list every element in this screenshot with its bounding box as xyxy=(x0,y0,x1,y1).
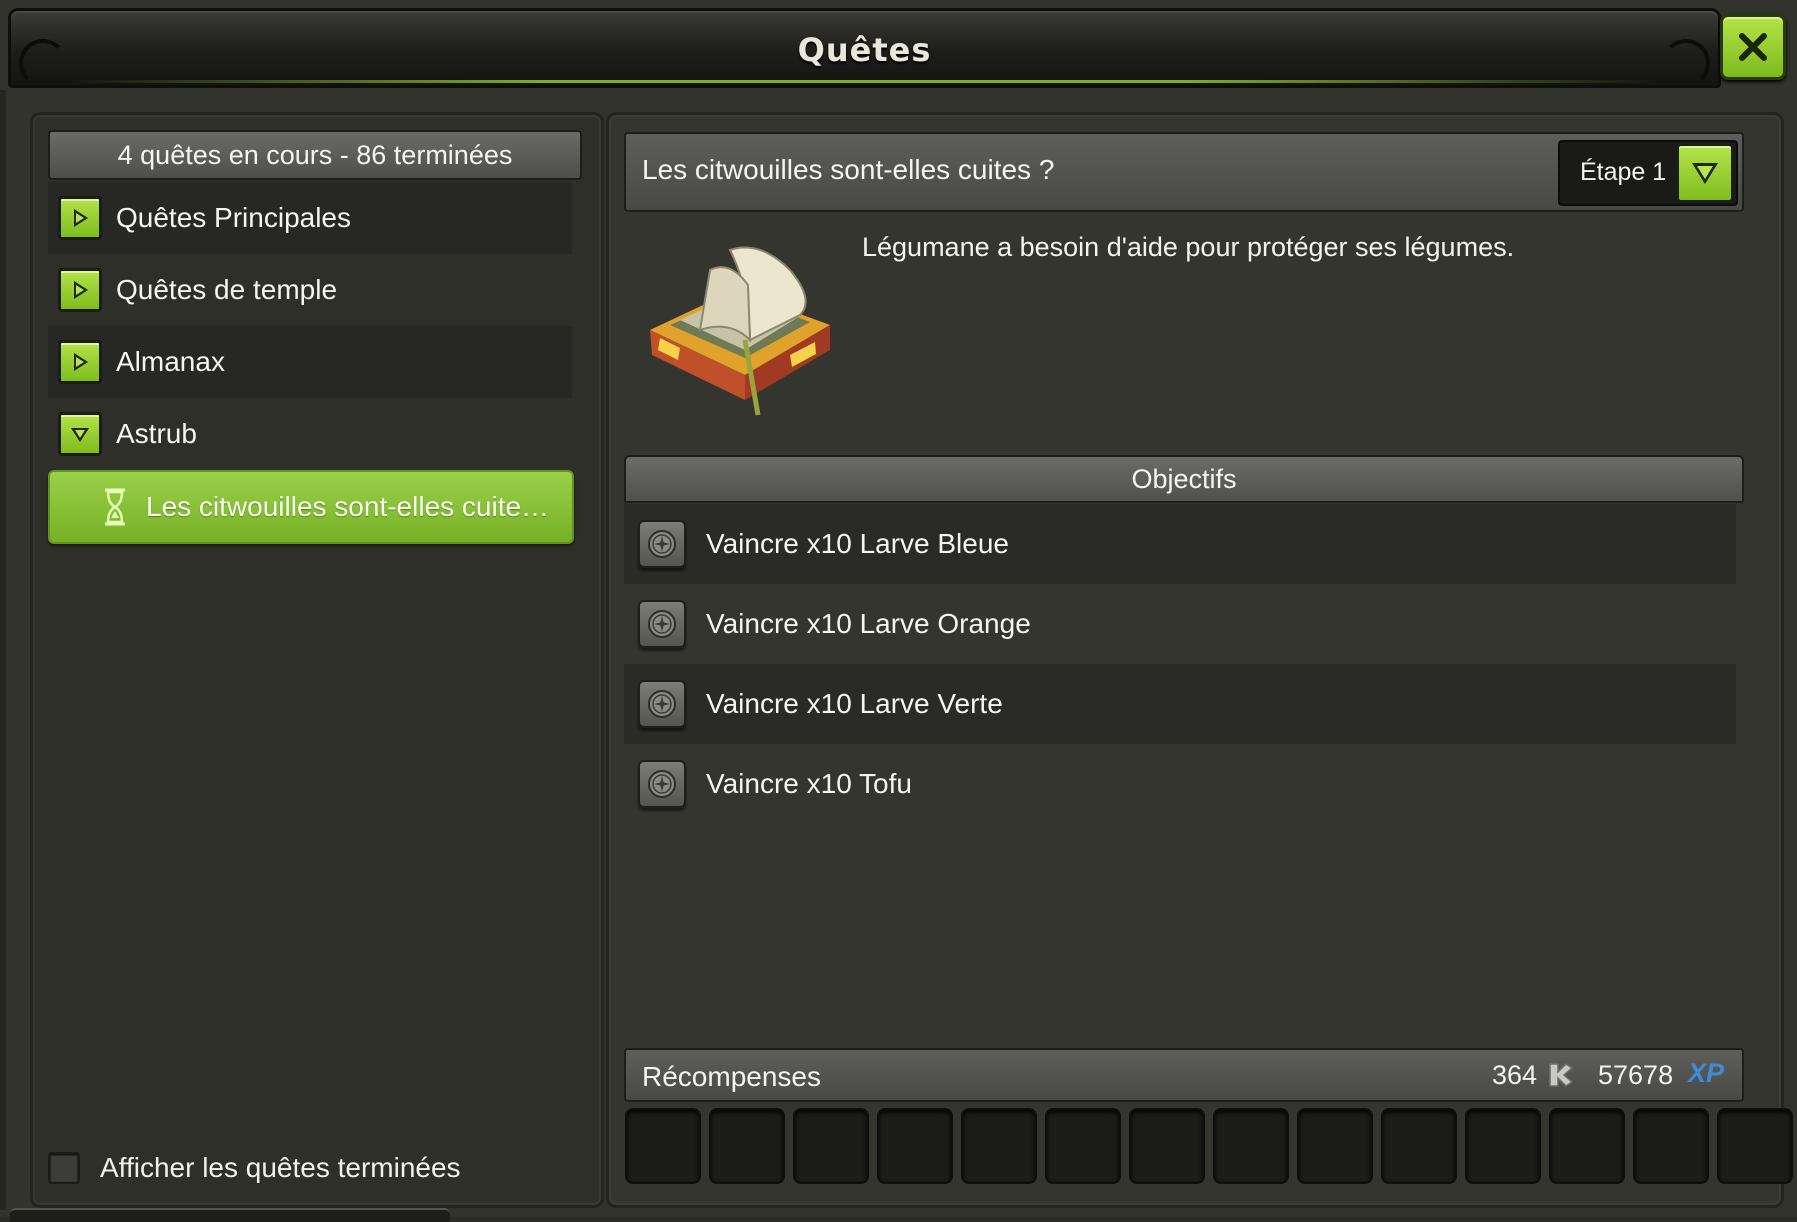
objective-row[interactable]: Vaincre x10 Larve Orange xyxy=(624,584,1736,664)
objective-row[interactable]: Vaincre x10 Larve Verte xyxy=(624,664,1736,744)
reward-slot[interactable] xyxy=(1633,1108,1709,1184)
quest-description: Légumane a besoin d'aide pour protéger s… xyxy=(862,232,1515,262)
reward-slot[interactable] xyxy=(1045,1108,1121,1184)
bottom-frame-edge xyxy=(10,1208,450,1222)
title-bar: Quêtes xyxy=(8,8,1721,88)
reward-slot[interactable] xyxy=(625,1108,701,1184)
close-button[interactable] xyxy=(1720,14,1786,80)
objective-label: Vaincre x10 Larve Bleue xyxy=(706,528,1009,559)
quest-category-list: Quêtes Principales Quêtes de temple Alma… xyxy=(48,182,572,470)
reward-slots xyxy=(625,1108,1797,1184)
objectives-header: Objectifs xyxy=(624,455,1744,503)
play-right-icon[interactable] xyxy=(58,196,102,240)
category-almanax[interactable]: Almanax xyxy=(48,326,572,398)
category-label: Quêtes de temple xyxy=(116,274,338,305)
category-label: Almanax xyxy=(116,346,225,377)
quest-item-label: Les citwouilles sont-elles cuite… xyxy=(146,491,550,522)
reward-slot[interactable] xyxy=(1381,1108,1457,1184)
kamas-icon xyxy=(1549,1063,1574,1087)
hourglass-icon xyxy=(105,488,125,526)
window-title: Quêtes xyxy=(797,31,932,69)
show-completed-toggle[interactable]: Afficher les quêtes terminées xyxy=(48,1152,461,1184)
kamas-amount: 364 xyxy=(1492,1060,1538,1090)
quests-window: Quêtes 4 quêtes en cours - 86 terminées … xyxy=(0,0,1797,1222)
compass-icon[interactable] xyxy=(638,600,686,648)
show-completed-label: Afficher les quêtes terminées xyxy=(100,1152,461,1183)
category-label: Quêtes Principales xyxy=(116,202,352,233)
reward-slot[interactable] xyxy=(1213,1108,1289,1184)
quest-book-icon xyxy=(650,246,830,416)
reward-slot[interactable] xyxy=(877,1108,953,1184)
category-label: Astrub xyxy=(116,418,197,449)
rewards-bar: Récompenses 364 57678 XP xyxy=(624,1048,1744,1102)
reward-slot[interactable] xyxy=(1465,1108,1541,1184)
quest-summary: 4 quêtes en cours - 86 terminées xyxy=(48,130,582,180)
show-completed-checkbox[interactable] xyxy=(48,1152,80,1184)
window-edge xyxy=(0,90,6,1210)
quest-item-selected[interactable]: Les citwouilles sont-elles cuite… xyxy=(48,470,574,544)
xp-icon: XP xyxy=(1688,1058,1725,1088)
objectives-list: Vaincre x10 Larve Bleue Vaincre x10 Larv… xyxy=(624,504,1736,824)
reward-slot[interactable] xyxy=(1297,1108,1373,1184)
category-quetes-de-temple[interactable]: Quêtes de temple xyxy=(48,254,572,326)
compass-icon[interactable] xyxy=(638,760,686,808)
chevron-down-icon xyxy=(1692,163,1718,184)
reward-slot[interactable] xyxy=(793,1108,869,1184)
reward-slot[interactable] xyxy=(709,1108,785,1184)
objective-label: Vaincre x10 Tofu xyxy=(706,768,912,799)
rewards-label: Récompenses xyxy=(642,1061,821,1092)
chevron-down-icon[interactable] xyxy=(58,412,102,456)
compass-icon[interactable] xyxy=(638,680,686,728)
objective-label: Vaincre x10 Larve Orange xyxy=(706,608,1031,639)
compass-icon[interactable] xyxy=(638,520,686,568)
reward-slot[interactable] xyxy=(961,1108,1037,1184)
reward-slot[interactable] xyxy=(1549,1108,1625,1184)
objective-row[interactable]: Vaincre x10 Larve Bleue xyxy=(624,504,1736,584)
reward-slot[interactable] xyxy=(1717,1108,1793,1184)
reward-slot[interactable] xyxy=(1129,1108,1205,1184)
objective-label: Vaincre x10 Larve Verte xyxy=(706,688,1003,719)
category-quetes-principales[interactable]: Quêtes Principales xyxy=(48,182,572,254)
close-icon xyxy=(1739,33,1767,61)
xp-amount: 57678 xyxy=(1598,1060,1674,1090)
play-right-icon[interactable] xyxy=(58,268,102,312)
play-right-icon[interactable] xyxy=(58,340,102,384)
category-astrub[interactable]: Astrub xyxy=(48,398,572,470)
step-label: Étape 1 xyxy=(1580,158,1667,186)
objective-row[interactable]: Vaincre x10 Tofu xyxy=(624,744,1736,824)
quest-title: Les citwouilles sont-elles cuites ? xyxy=(642,154,1055,185)
step-dropdown-button[interactable] xyxy=(1676,143,1734,203)
